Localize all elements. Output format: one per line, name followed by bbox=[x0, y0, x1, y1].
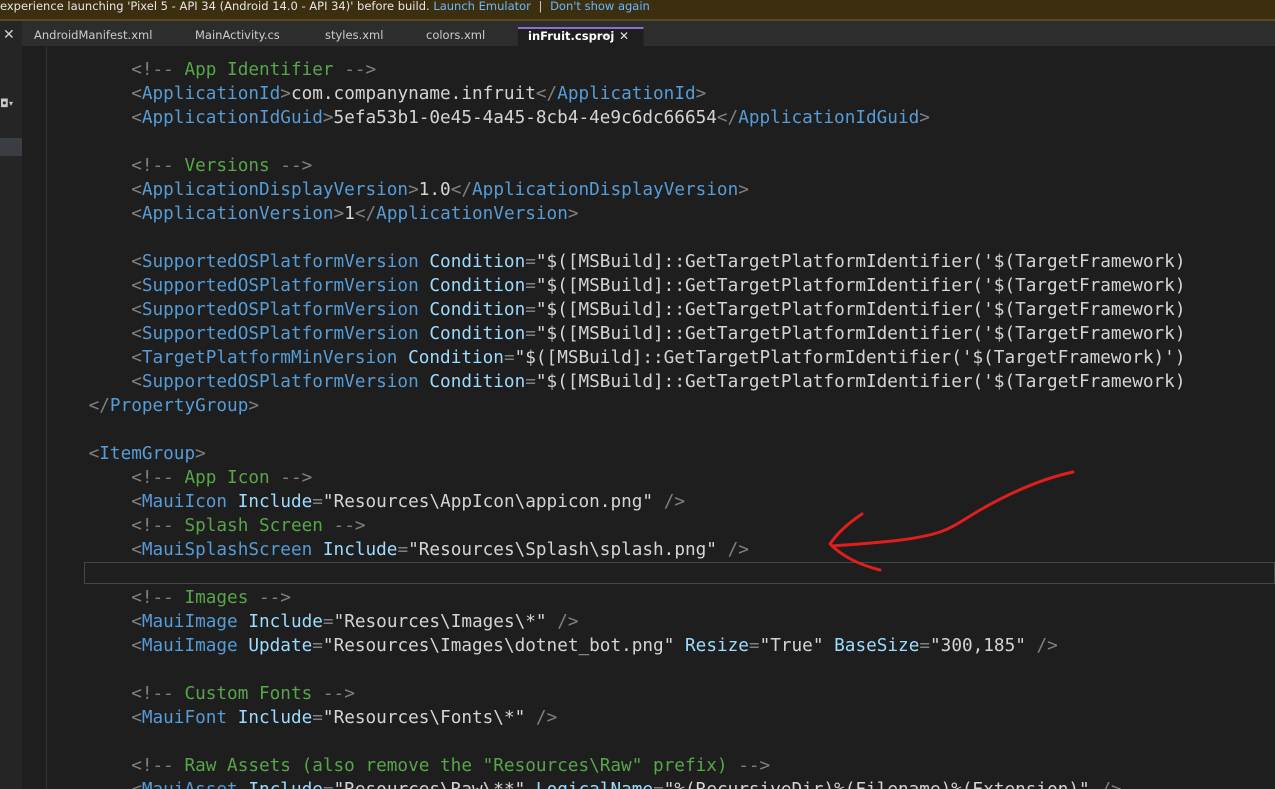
red-arrow-annotation bbox=[828, 470, 1075, 572]
tab-label: MainActivity.cs bbox=[195, 28, 280, 42]
code-line: <ApplicationVersion>1</ApplicationVersio… bbox=[131, 204, 579, 224]
code-line: </PropertyGroup> bbox=[88, 396, 260, 416]
tab-androidmanifest[interactable]: AndroidManifest.xml bbox=[22, 27, 184, 46]
infobar: experience launching 'Pixel 5 - API 34 (… bbox=[0, 0, 1275, 19]
code-line: <MauiImage Include="Resources\Images\*" … bbox=[131, 612, 579, 632]
dont-show-again-link[interactable]: Don't show again bbox=[550, 0, 650, 13]
code-line: <!-- Versions --> bbox=[131, 156, 313, 176]
tab-label: colors.xml bbox=[426, 28, 486, 42]
code-line: <!-- App Identifier --> bbox=[131, 60, 377, 80]
left-tool-panel: ✕ ◘ ▾ bbox=[0, 21, 22, 789]
panel-dropdown[interactable]: ◘ ▾ bbox=[0, 97, 13, 110]
code-line: <SupportedOSPlatformVersion Condition="$… bbox=[131, 276, 1186, 296]
launch-emulator-link[interactable]: Launch Emulator bbox=[433, 0, 531, 13]
editor-gutter bbox=[22, 46, 47, 789]
chevron-down-icon: ▾ bbox=[9, 99, 14, 108]
code-line: <!-- Custom Fonts --> bbox=[131, 684, 355, 704]
document-tab-strip: AndroidManifest.xml MainActivity.cs styl… bbox=[22, 21, 1275, 46]
code-editor[interactable]: <!-- App Identifier --> <ApplicationId>c… bbox=[46, 46, 1275, 789]
code-line: <!-- Images --> bbox=[131, 588, 291, 608]
tab-label: styles.xml bbox=[325, 28, 384, 42]
code-line: <SupportedOSPlatformVersion Condition="$… bbox=[131, 324, 1186, 344]
tab-label: AndroidManifest.xml bbox=[34, 28, 153, 42]
code-line: <MauiSplashScreen Include="Resources\Spl… bbox=[131, 540, 749, 560]
selected-panel-item[interactable] bbox=[0, 138, 22, 156]
code-line: <SupportedOSPlatformVersion Condition="$… bbox=[131, 300, 1186, 320]
code-line: <SupportedOSPlatformVersion Condition="$… bbox=[131, 252, 1186, 272]
pin-icon[interactable]: ⊸ bbox=[602, 29, 610, 44]
panel-dropdown-label: ◘ bbox=[0, 97, 9, 110]
code-line: <!-- Raw Assets (also remove the "Resour… bbox=[131, 756, 771, 776]
code-line: <ItemGroup> bbox=[88, 444, 206, 464]
tab-infruit-csproj[interactable]: inFruit.csproj ⊸ ✕ bbox=[518, 27, 644, 46]
code-line: <ApplicationDisplayVersion>1.0</Applicat… bbox=[131, 180, 749, 200]
tab-colors[interactable]: colors.xml bbox=[414, 27, 520, 46]
code-line: <TargetPlatformMinVersion Condition="$([… bbox=[131, 348, 1186, 368]
tab-mainactivity[interactable]: MainActivity.cs bbox=[183, 27, 314, 46]
code-line: <!-- Splash Screen --> bbox=[131, 516, 366, 536]
code-line: <ApplicationId>com.companyname.infruit</… bbox=[131, 84, 707, 104]
code-line: <MauiIcon Include="Resources\AppIcon\app… bbox=[131, 492, 686, 512]
close-tab-icon[interactable]: ✕ bbox=[619, 29, 629, 44]
code-line: <MauiImage Update="Resources\Images\dotn… bbox=[131, 636, 1058, 656]
infobar-separator: | bbox=[538, 0, 543, 13]
code-line: <ApplicationIdGuid>5efa53b1-0e45-4a45-8c… bbox=[131, 108, 930, 128]
tab-styles[interactable]: styles.xml bbox=[313, 27, 415, 46]
infobar-message: experience launching 'Pixel 5 - API 34 (… bbox=[0, 0, 430, 13]
code-line: <MauiAsset Include="Resources\Raw\**" Lo… bbox=[46, 778, 1121, 789]
code-line: <MauiFont Include="Resources\Fonts\*" /> bbox=[131, 708, 558, 728]
code-line: <SupportedOSPlatformVersion Condition="$… bbox=[131, 372, 1186, 392]
current-line-highlight bbox=[84, 562, 1275, 584]
code-line: <!-- App Icon --> bbox=[131, 468, 313, 488]
close-icon[interactable]: ✕ bbox=[3, 27, 15, 43]
